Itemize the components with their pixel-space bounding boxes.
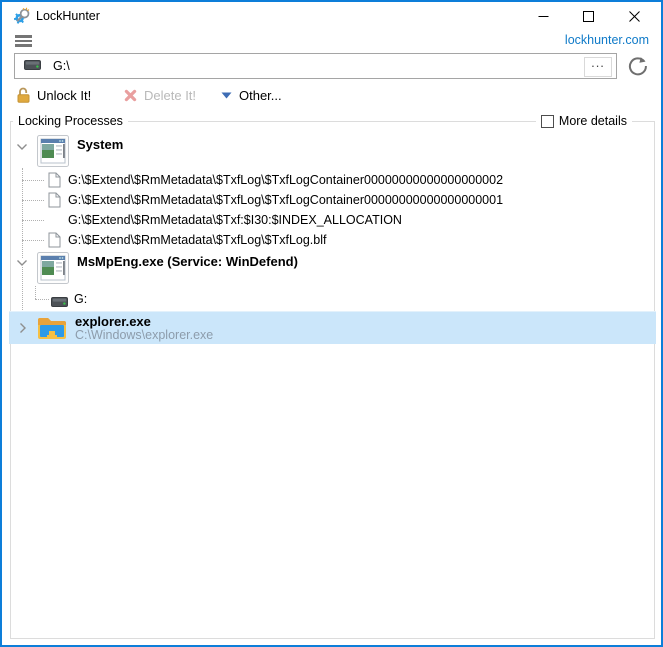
tree-connector-line <box>35 299 49 300</box>
title-bar: LockHunter <box>2 2 661 30</box>
process-path: C:\Windows\explorer.exe <box>75 328 214 342</box>
locking-processes-group: Locking Processes More details System G:… <box>9 114 656 639</box>
locked-file-path[interactable]: G:\$Extend\$RmMetadata\$TxfLog\$TxfLogCo… <box>68 190 503 210</box>
chevron-down-icon[interactable] <box>16 143 28 151</box>
lockhunter-window: LockHunter lockhunter.com ... <box>0 0 663 647</box>
chevron-right-icon[interactable] <box>19 321 27 339</box>
refresh-button[interactable] <box>626 54 650 78</box>
tree-connector-line <box>35 286 36 299</box>
file-icon <box>48 172 61 193</box>
menu-icon[interactable] <box>15 35 32 47</box>
other-button-label: Other... <box>239 87 282 103</box>
window-title: LockHunter <box>36 9 100 23</box>
path-input[interactable] <box>51 58 616 74</box>
chevron-down-icon[interactable] <box>16 259 28 267</box>
delete-x-icon <box>124 89 137 102</box>
lockhunter-site-link[interactable]: lockhunter.com <box>565 33 649 47</box>
browse-button[interactable]: ... <box>584 56 612 77</box>
path-bar[interactable]: ... <box>14 53 617 79</box>
unlock-button-label: Unlock It! <box>37 87 92 103</box>
process-window-icon <box>37 252 69 289</box>
unlock-padlock-icon <box>17 87 31 103</box>
other-button[interactable]: Other... <box>221 85 282 105</box>
locked-file-path[interactable]: G:\$Extend\$RmMetadata\$Txf:$I30:$INDEX_… <box>68 210 402 230</box>
locked-file-path[interactable]: G:\$Extend\$RmMetadata\$TxfLog\$TxfLog.b… <box>68 230 326 250</box>
drive-icon <box>51 294 68 312</box>
drive-icon <box>24 57 41 75</box>
process-tree: System G:\$Extend\$RmMetadata\$TxfLog\$T… <box>9 122 656 638</box>
refresh-icon <box>628 57 647 76</box>
close-icon <box>628 10 640 22</box>
delete-button: Delete It! <box>124 85 196 105</box>
locked-file-path[interactable]: G: <box>74 289 87 309</box>
explorer-folder-icon <box>37 315 67 345</box>
delete-button-label: Delete It! <box>144 87 197 103</box>
selected-process-row[interactable]: explorer.exe C:\Windows\explorer.exe <box>9 311 656 344</box>
tree-connector-line <box>22 220 44 221</box>
file-icon <box>48 192 61 213</box>
minimize-icon <box>538 15 548 17</box>
dropdown-arrow-icon <box>221 92 232 99</box>
tree-connector-line <box>22 240 44 241</box>
maximize-button[interactable] <box>571 2 605 30</box>
unlock-button[interactable]: Unlock It! <box>17 85 91 105</box>
process-name[interactable]: MsMpEng.exe (Service: WinDefend) <box>77 254 298 269</box>
process-window-icon <box>37 135 69 172</box>
close-button[interactable] <box>617 2 651 30</box>
maximize-icon <box>582 10 594 22</box>
locked-file-path[interactable]: G:\$Extend\$RmMetadata\$TxfLog\$TxfLogCo… <box>68 170 503 190</box>
tree-connector-line <box>22 200 44 201</box>
file-icon <box>48 232 61 253</box>
process-name[interactable]: explorer.exe <box>75 314 151 329</box>
tree-connector-line <box>22 180 44 181</box>
process-name[interactable]: System <box>77 137 123 152</box>
minimize-button[interactable] <box>526 2 560 30</box>
app-logo-icon <box>13 7 31 24</box>
